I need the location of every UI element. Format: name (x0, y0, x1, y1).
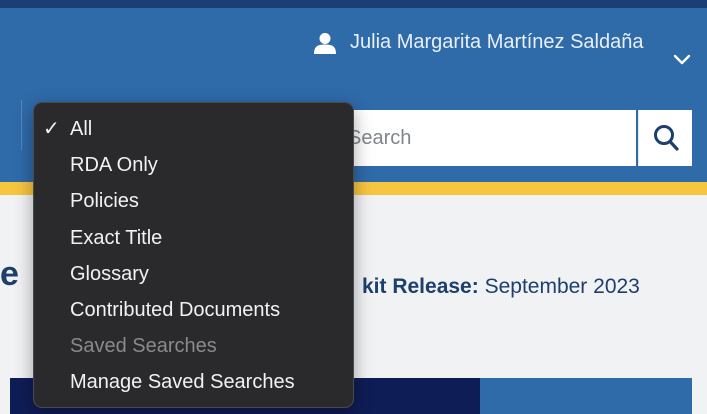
menu-item-label: Glossary (70, 262, 149, 285)
menu-item-label: All (70, 118, 93, 140)
release-label: kit Release: (362, 275, 479, 298)
menu-item-saved-searches: Saved Searches (34, 328, 353, 364)
menu-item-label: Exact Title (70, 226, 163, 249)
user-name: Julia Margarita Martínez Saldaña (350, 31, 644, 53)
menu-item-label: Manage Saved Searches (70, 371, 295, 394)
header-divider (21, 100, 22, 150)
blue-panel (480, 378, 692, 414)
checkmark-icon: ✓ (43, 118, 60, 140)
release-date: September 2023 (484, 275, 640, 298)
top-edge-band (0, 0, 707, 8)
menu-item-label: Policies (70, 190, 139, 213)
chevron-down-icon[interactable] (671, 48, 693, 70)
release-info: kit Release: September 2023 (362, 272, 640, 302)
menu-item-policies[interactable]: Policies (34, 183, 353, 219)
user-icon (314, 33, 336, 54)
page-title: e (0, 255, 19, 293)
search-input[interactable] (330, 110, 636, 166)
menu-item-label: Saved Searches (70, 335, 217, 358)
menu-item-glossary[interactable]: Glossary (34, 256, 353, 292)
menu-item-label: Contributed Documents (70, 298, 281, 321)
search-scope-menu: ✓ All RDA Only Policies Exact Title Glos… (33, 102, 354, 408)
menu-item-contributed-documents[interactable]: Contributed Documents (34, 292, 353, 328)
menu-item-all[interactable]: ✓ All (34, 111, 353, 147)
search-icon (654, 125, 679, 151)
search-button[interactable] (638, 110, 692, 166)
user-menu[interactable]: Julia Margarita Martínez Saldaña (314, 26, 644, 96)
menu-item-label: RDA Only (70, 154, 158, 177)
menu-item-rda-only[interactable]: RDA Only (34, 147, 353, 183)
menu-item-exact-title[interactable]: Exact Title (34, 220, 353, 256)
menu-item-manage-saved-searches[interactable]: Manage Saved Searches (34, 364, 353, 400)
